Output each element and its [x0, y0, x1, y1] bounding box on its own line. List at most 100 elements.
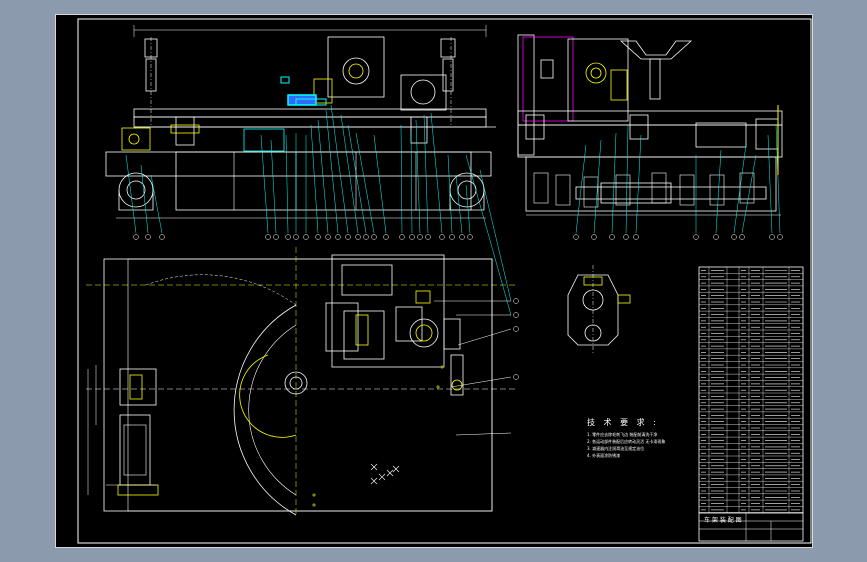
drawing-rect: [123, 424, 147, 476]
drawing-rect: [540, 59, 554, 79]
wheel-left: [118, 172, 154, 208]
part-balloon-icon: [591, 234, 597, 240]
leader-line: [317, 119, 329, 234]
part-balloon-icon: [609, 234, 615, 240]
leader-line: [465, 184, 471, 234]
leader-line: [625, 124, 629, 234]
drawing-path: [239, 354, 297, 438]
gear-circle: [342, 57, 370, 85]
plan-outline: [103, 258, 493, 512]
drawing-rect: [395, 306, 423, 342]
technical-requirement-line: 3. 减速器内注润滑油至规定油位: [587, 446, 645, 451]
drawing-rect: [440, 38, 456, 58]
drawing-rect: [517, 124, 783, 158]
part-balloon-icon: [513, 374, 519, 380]
leader-line: [373, 134, 387, 234]
part-balloon-icon: [623, 234, 629, 240]
part-balloon-icon: [513, 326, 519, 332]
leader-line: [465, 154, 512, 316]
part-balloon-icon: [513, 312, 519, 318]
swing-arc: [145, 274, 297, 306]
drawing-rect: [175, 116, 195, 146]
gearbox-housing: [327, 36, 385, 98]
drawing-circle: [348, 63, 364, 79]
cad-drawing-canvas: [77, 18, 812, 544]
part-balloon-icon: [693, 234, 699, 240]
part-balloon-icon: [449, 234, 455, 240]
drawing-rect: [170, 124, 200, 134]
part-balloon-icon: [713, 234, 719, 240]
technical-requirement-line: 4. 外表面涂防锈漆: [587, 453, 621, 458]
coupling-block: [287, 94, 317, 106]
plan-track-unit: [119, 414, 151, 486]
drawing-rect: [343, 310, 385, 360]
part-balloon-icon: [439, 234, 445, 240]
drawing-circle: [415, 324, 433, 342]
leader-line: [260, 134, 269, 234]
drawing-rect: [610, 69, 628, 101]
drawing-rect: [443, 318, 461, 350]
rotating-disc-arc: [233, 304, 297, 516]
part-balloon-icon: [777, 234, 783, 240]
drawing-rect: [243, 128, 285, 152]
drawing-rect: [615, 174, 631, 206]
drawing-rect: [600, 182, 672, 204]
part-balloon-icon: [425, 234, 431, 240]
motor-circle: [410, 79, 436, 105]
leader-line: [330, 104, 349, 234]
drawing-rect: [525, 114, 545, 140]
leader-line: [457, 328, 512, 346]
title-block-name: 车 架 装 配 图: [704, 517, 742, 524]
leader-line: [593, 139, 602, 234]
part-balloon-icon: [355, 234, 361, 240]
plan-drive-unit: [119, 368, 157, 406]
drawing-rect: [709, 174, 725, 206]
part-balloon-icon: [731, 234, 737, 240]
leader-line: [285, 134, 289, 234]
drawing-rect: [325, 302, 359, 352]
drawing-rect: [341, 264, 393, 296]
drawing-circle: [590, 67, 602, 79]
side-motor: [695, 122, 747, 148]
drawing-rect: [117, 484, 159, 496]
side-gearbox: [567, 38, 629, 122]
part-balloon-icon: [769, 234, 775, 240]
technical-requirement-line: 1. 零件应去除毛刺飞边 装配前清洗干净: [587, 432, 658, 437]
part-balloon-icon: [145, 234, 151, 240]
wheel-right: [449, 172, 485, 208]
drawing-rect: [649, 58, 661, 100]
part-balloon-icon: [285, 234, 291, 240]
drawing-circle: [128, 133, 140, 145]
leader-line: [347, 124, 367, 234]
technical-requirement-line: 2. 各运动部件装配后应转动灵活 无卡滞现象: [587, 439, 666, 444]
leader-line: [450, 376, 512, 388]
leader-line: [479, 169, 512, 302]
part-balloon-icon: [159, 234, 165, 240]
plan-motor: [409, 318, 439, 348]
electric-cabinet: [522, 36, 574, 122]
leader-line: [767, 134, 773, 234]
leader-line: [575, 144, 587, 234]
part-balloon-icon: [409, 234, 415, 240]
part-balloon-icon: [399, 234, 405, 240]
leader-line: [635, 134, 642, 234]
drawing-circle: [451, 379, 463, 391]
part-balloon-icon: [325, 234, 331, 240]
part-balloon-icon: [265, 234, 271, 240]
leader-line: [270, 139, 277, 234]
drawing-rect: [583, 176, 599, 208]
drawing-rect: [629, 114, 649, 140]
part-balloon-icon: [739, 234, 745, 240]
drawing-rect: [755, 118, 779, 150]
drive-unit: [121, 127, 151, 151]
part-balloon-icon: [315, 234, 321, 240]
roller-support: [619, 40, 693, 60]
leader-line: [400, 124, 403, 234]
technical-requirements-title: 技 术 要 求 :: [587, 418, 659, 427]
leader-line: [455, 432, 512, 436]
part-balloon-icon: [335, 234, 341, 240]
part-balloon-icon: [345, 234, 351, 240]
leader-line: [715, 149, 722, 234]
drawing-rect: [679, 174, 695, 206]
drawing-rect: [651, 172, 667, 204]
